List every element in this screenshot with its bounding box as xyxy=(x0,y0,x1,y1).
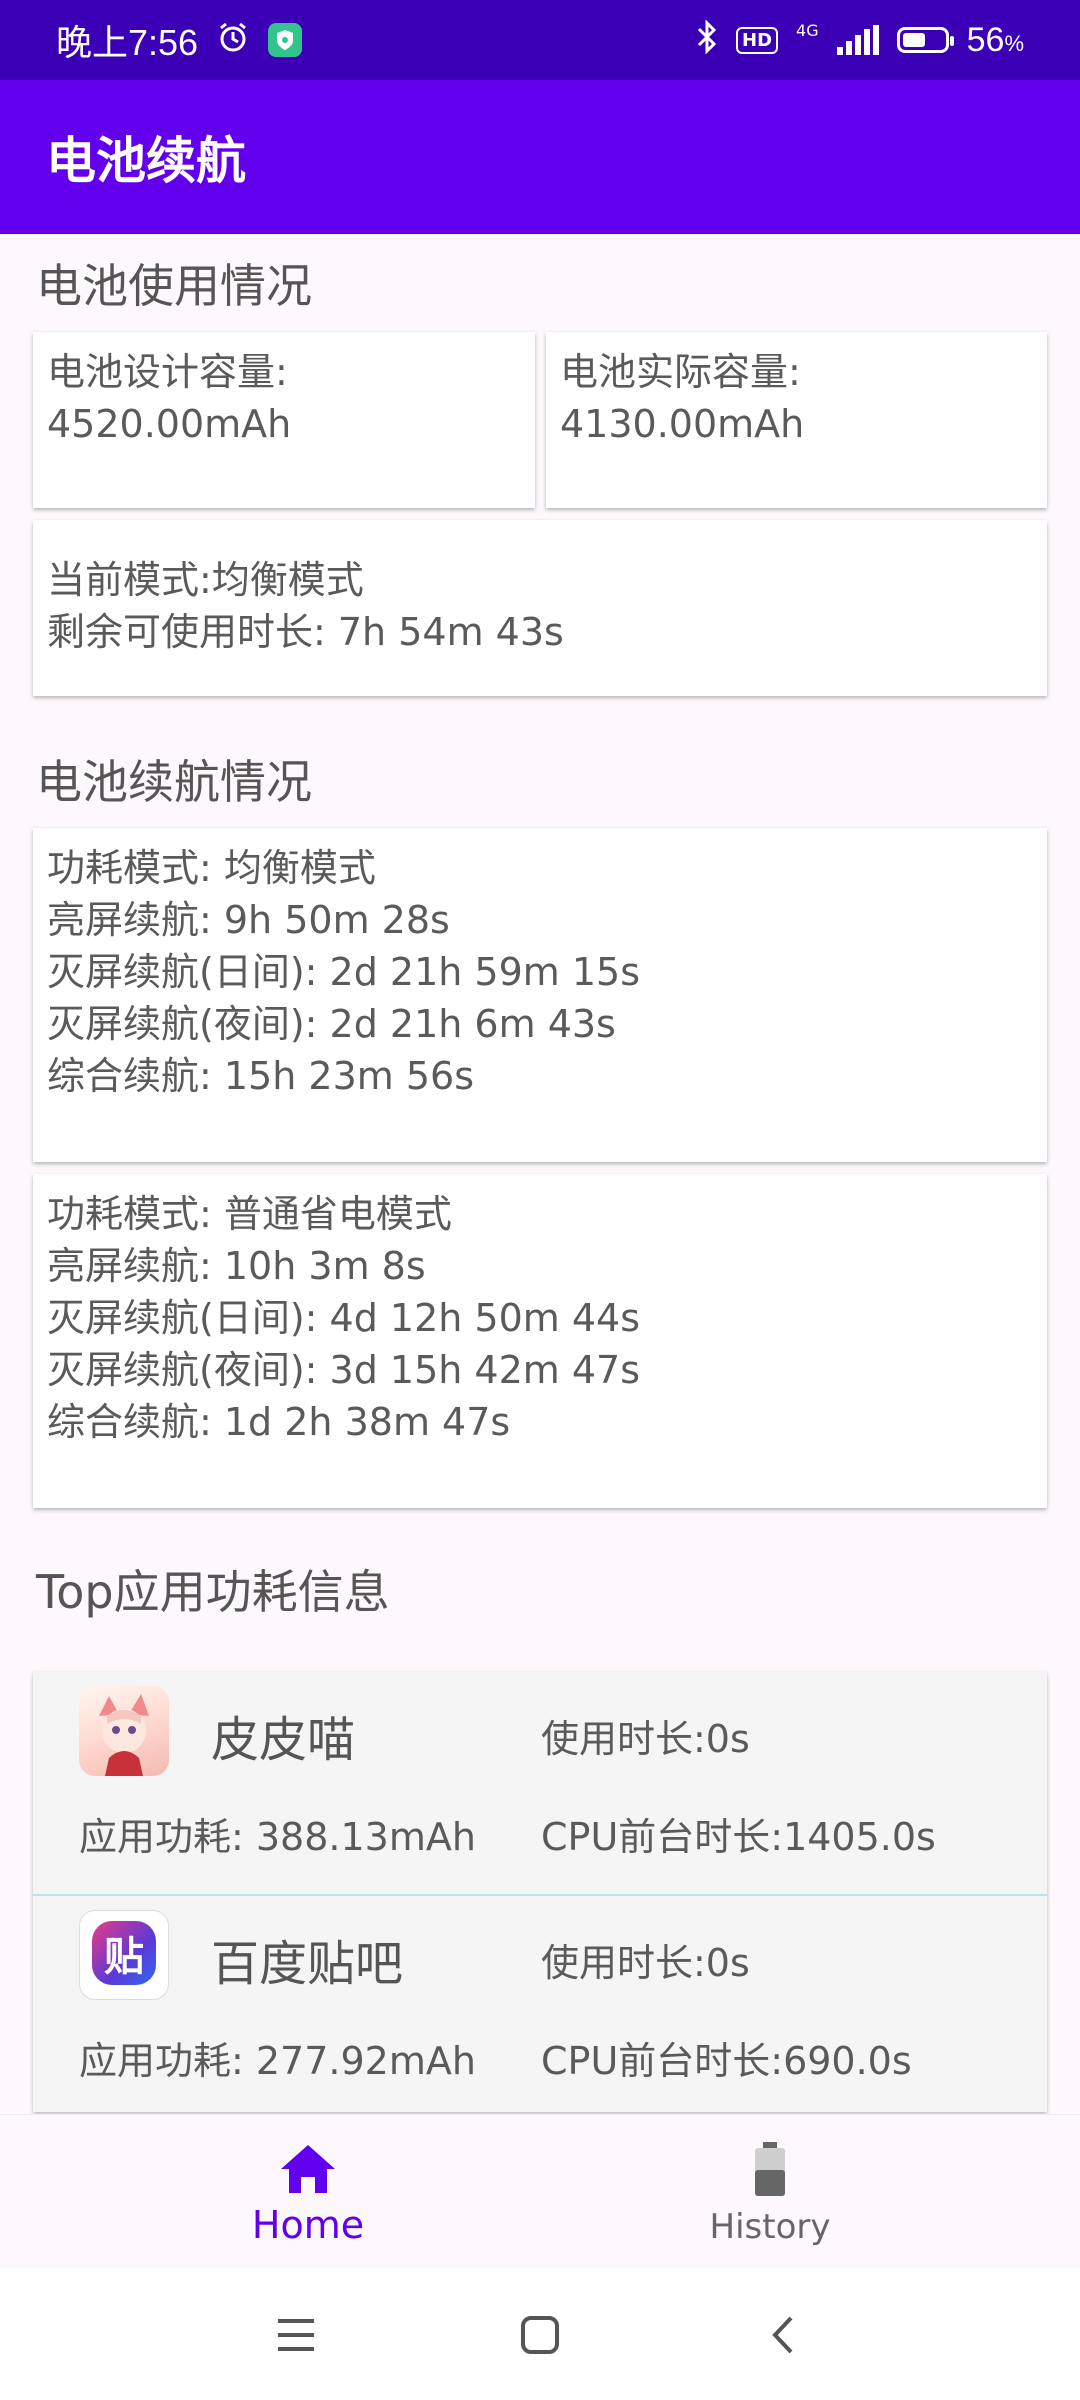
status-right: HD 4G 56% xyxy=(696,19,1024,60)
back-icon[interactable] xyxy=(754,2310,814,2360)
app-power: 应用功耗: 277.92mAh xyxy=(79,2039,476,2083)
power-mode: 功耗模式: 普通省电模式 xyxy=(47,1192,452,1236)
actual-capacity-value: 4130.00mAh xyxy=(560,402,805,446)
screen-off-day-endurance: 灭屏续航(日间): 2d 21h 59m 15s xyxy=(47,950,641,994)
current-mode-text: 当前模式:均衡模式 xyxy=(47,558,364,602)
battery-percent: 56% xyxy=(966,20,1024,59)
menu-icon[interactable] xyxy=(266,2310,326,2360)
app-power: 应用功耗: 388.13mAh xyxy=(79,1815,476,1859)
status-battery-icon xyxy=(896,27,954,53)
page-title: 电池续航 xyxy=(46,132,246,190)
app-name: 皮皮喵 xyxy=(211,1712,356,1768)
home-square-icon[interactable] xyxy=(510,2310,570,2360)
status-time: 晚上7:56 xyxy=(56,22,199,63)
top-apps-section-title: Top应用功耗信息 xyxy=(36,1565,390,1619)
app-usage-time: 使用时长:0s xyxy=(541,1717,750,1761)
nav-home-label: Home xyxy=(251,2203,365,2247)
current-mode-card: 当前模式:均衡模式 剩余可使用时长: 7h 54m 43s xyxy=(33,520,1047,696)
app-name: 百度贴吧 xyxy=(211,1936,404,1992)
tieba-app-icon: 贴 xyxy=(79,1910,169,2000)
list-item[interactable]: 贴 百度贴吧 使用时长:0s 应用功耗: 277.92mAh CPU前台时长:6… xyxy=(33,1896,1047,2112)
battery-icon xyxy=(670,2139,870,2199)
screen-on-endurance: 亮屏续航: 10h 3m 8s xyxy=(47,1244,426,1288)
screen-off-day-endurance: 灭屏续航(日间): 4d 12h 50m 44s xyxy=(47,1296,641,1340)
overall-endurance: 综合续航: 1d 2h 38m 47s xyxy=(47,1400,511,1444)
network-type: 4G xyxy=(796,20,819,40)
hd-badge: HD xyxy=(736,26,779,54)
overall-endurance: 综合续航: 15h 23m 56s xyxy=(47,1054,474,1098)
endurance-card: 功耗模式: 均衡模式 亮屏续航: 9h 50m 28s 灭屏续航(日间): 2d… xyxy=(33,828,1047,1162)
endurance-section-title: 电池续航情况 xyxy=(36,755,312,809)
endurance-card: 功耗模式: 普通省电模式 亮屏续航: 10h 3m 8s 灭屏续航(日间): 4… xyxy=(33,1174,1047,1508)
shield-icon xyxy=(268,23,303,57)
usage-section-title: 电池使用情况 xyxy=(36,259,312,313)
signal-icon xyxy=(836,25,879,55)
system-nav-bar xyxy=(0,2268,1080,2400)
remaining-time-text: 剩余可使用时长: 7h 54m 43s xyxy=(47,610,564,654)
bottom-nav: Home History xyxy=(0,2114,1080,2269)
actual-capacity-label: 电池实际容量: xyxy=(560,350,801,394)
tieba-icon-glyph: 贴 xyxy=(92,1921,156,1985)
nav-history[interactable]: History xyxy=(670,2139,870,2247)
design-capacity-card: 电池设计容量: 4520.00mAh xyxy=(33,332,535,508)
nav-home[interactable]: Home xyxy=(208,2139,408,2247)
alarm-icon xyxy=(216,20,250,60)
screen-off-night-endurance: 灭屏续航(夜间): 3d 15h 42m 47s xyxy=(47,1348,641,1392)
home-icon xyxy=(208,2139,408,2199)
list-item[interactable]: 皮皮喵 使用时长:0s 应用功耗: 388.13mAh CPU前台时长:1405… xyxy=(33,1672,1047,1896)
app-usage-time: 使用时长:0s xyxy=(541,1941,750,1985)
nav-history-label: History xyxy=(709,2207,831,2247)
actual-capacity-card: 电池实际容量: 4130.00mAh xyxy=(546,332,1047,508)
status-bar: 晚上7:56 HD 4G 56% xyxy=(0,0,1080,80)
screen-on-endurance: 亮屏续航: 9h 50m 28s xyxy=(47,898,450,942)
top-apps-list[interactable]: 皮皮喵 使用时长:0s 应用功耗: 388.13mAh CPU前台时长:1405… xyxy=(33,1672,1047,2112)
design-capacity-value: 4520.00mAh xyxy=(47,402,292,446)
app-cpu-time: CPU前台时长:1405.0s xyxy=(541,1815,936,1859)
pipimiao-app-icon xyxy=(79,1686,169,1776)
app-bar: 电池续航 xyxy=(0,80,1080,234)
bluetooth-icon xyxy=(696,19,718,60)
design-capacity-label: 电池设计容量: xyxy=(47,350,288,394)
screen-off-night-endurance: 灭屏续航(夜间): 2d 21h 6m 43s xyxy=(47,1002,616,1046)
status-left: 晚上7:56 xyxy=(56,14,303,66)
app-cpu-time: CPU前台时长:690.0s xyxy=(541,2039,912,2083)
power-mode: 功耗模式: 均衡模式 xyxy=(47,846,376,890)
